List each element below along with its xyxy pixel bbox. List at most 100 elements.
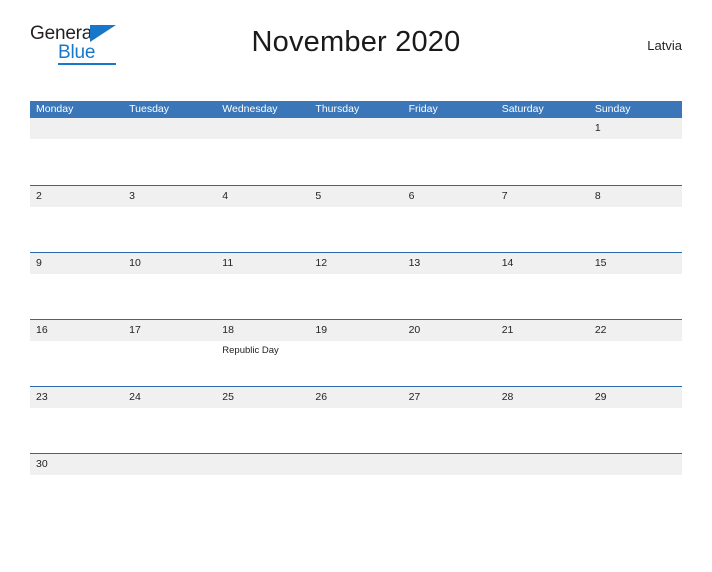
calendar-week-cells: 9 10 11 12 13 14 15 bbox=[30, 253, 682, 319]
calendar-day-number: 18 bbox=[222, 324, 234, 336]
weekday-header-sunday: Sunday bbox=[594, 103, 631, 115]
weekday-header-monday: Monday bbox=[36, 103, 74, 115]
calendar-day-number: 11 bbox=[222, 257, 234, 269]
calendar-day-number: 4 bbox=[222, 190, 229, 202]
calendar-day-cell-empty bbox=[216, 454, 310, 520]
calendar-day-number: 20 bbox=[408, 324, 421, 336]
calendar-day-cell[interactable]: 12 bbox=[309, 253, 403, 319]
calendar-day-event: Republic Day bbox=[222, 345, 279, 356]
calendar-day-cell[interactable]: 16 bbox=[30, 320, 124, 386]
region-label: Latvia bbox=[647, 38, 682, 53]
calendar-day-cell[interactable]: 8 bbox=[588, 186, 682, 252]
calendar-day-band bbox=[30, 118, 124, 139]
calendar-day-cell[interactable]: 13 bbox=[402, 253, 496, 319]
weekday-header-row: Monday Tuesday Wednesday Thursday Friday… bbox=[30, 101, 682, 118]
calendar-day-band bbox=[402, 186, 496, 207]
calendar-day-band bbox=[495, 454, 589, 475]
calendar-day-number: 26 bbox=[315, 391, 328, 403]
calendar-day-band bbox=[588, 454, 682, 475]
logo-underline bbox=[58, 63, 116, 65]
calendar-day-band bbox=[309, 454, 403, 475]
calendar-day-number: 17 bbox=[129, 324, 141, 336]
calendar-grid: Monday Tuesday Wednesday Thursday Friday… bbox=[30, 101, 682, 520]
calendar-day-cell[interactable]: 14 bbox=[495, 253, 589, 319]
calendar-day-band bbox=[30, 253, 124, 274]
calendar-day-number: 9 bbox=[36, 257, 42, 269]
calendar-day-cell[interactable]: 10 bbox=[123, 253, 217, 319]
calendar-day-band bbox=[402, 454, 496, 475]
calendar-week-row: 30 bbox=[30, 453, 682, 520]
calendar-day-cell[interactable]: 26 bbox=[309, 387, 403, 453]
calendar-day-band bbox=[216, 454, 310, 475]
calendar-day-number: 3 bbox=[129, 190, 135, 202]
calendar-day-number: 5 bbox=[315, 190, 322, 202]
calendar-day-cell[interactable]: 7 bbox=[495, 186, 589, 252]
calendar-day-cell[interactable]: 25 bbox=[216, 387, 310, 453]
calendar-day-cell[interactable]: 23 bbox=[30, 387, 124, 453]
calendar-day-cell[interactable]: 28 bbox=[495, 387, 589, 453]
calendar-day-cell-empty bbox=[30, 118, 124, 185]
calendar-week-row: 9 10 11 12 13 14 15 bbox=[30, 252, 682, 319]
calendar-day-cell-empty bbox=[495, 454, 589, 520]
calendar-day-number: 22 bbox=[594, 324, 607, 336]
page-title: November 2020 bbox=[251, 26, 461, 58]
calendar-day-band bbox=[309, 118, 403, 139]
calendar-day-cell[interactable]: 4 bbox=[216, 186, 310, 252]
calendar-day-cell-empty bbox=[123, 118, 217, 185]
calendar-day-number: 6 bbox=[408, 190, 415, 202]
calendar-day-cell-empty bbox=[402, 118, 496, 185]
calendar-day-cell[interactable]: 27 bbox=[402, 387, 496, 453]
calendar-day-band bbox=[495, 186, 589, 207]
calendar-day-cell[interactable]: 6 bbox=[402, 186, 496, 252]
calendar-day-number: 25 bbox=[222, 391, 234, 403]
calendar-week-cells: 30 bbox=[30, 454, 682, 520]
calendar-day-number: 13 bbox=[408, 257, 421, 269]
weekday-header-thursday: Thursday bbox=[315, 103, 360, 115]
calendar-day-band bbox=[123, 186, 217, 207]
calendar-day-number: 30 bbox=[36, 458, 48, 470]
calendar-day-cell-empty bbox=[588, 454, 682, 520]
calendar-day-number: 21 bbox=[501, 324, 514, 336]
calendar-day-cell-empty bbox=[123, 454, 217, 520]
calendar-day-cell[interactable]: 29 bbox=[588, 387, 682, 453]
calendar-week-cells: 2 3 4 5 6 7 8 bbox=[30, 186, 682, 252]
calendar-day-cell[interactable]: 22 bbox=[588, 320, 682, 386]
calendar-day-cell[interactable]: 18 Republic Day bbox=[216, 320, 310, 386]
calendar-day-cell-empty bbox=[309, 118, 403, 185]
calendar-day-number: 28 bbox=[501, 391, 514, 403]
calendar-day-band bbox=[402, 118, 496, 139]
calendar-week-row: 1 bbox=[30, 118, 682, 185]
calendar-day-number: 16 bbox=[36, 324, 48, 336]
calendar-day-number: 8 bbox=[594, 190, 601, 202]
calendar-day-cell[interactable]: 9 bbox=[30, 253, 124, 319]
calendar-day-band bbox=[30, 186, 124, 207]
calendar-day-cell[interactable]: 2 bbox=[30, 186, 124, 252]
weekday-header-saturday: Saturday bbox=[501, 103, 544, 115]
calendar-day-number: 29 bbox=[594, 391, 607, 403]
calendar-day-cell[interactable]: 17 bbox=[123, 320, 217, 386]
calendar-week-row: 23 24 25 26 27 28 29 bbox=[30, 386, 682, 453]
calendar-day-number: 2 bbox=[36, 190, 42, 202]
calendar-day-cell[interactable]: 1 bbox=[588, 118, 682, 185]
calendar-day-band bbox=[123, 118, 217, 139]
calendar-day-number: 15 bbox=[594, 257, 607, 269]
calendar-day-cell[interactable]: 3 bbox=[123, 186, 217, 252]
calendar-day-band bbox=[588, 118, 682, 139]
weekday-header-tuesday: Tuesday bbox=[129, 103, 170, 115]
calendar-day-number: 27 bbox=[408, 391, 421, 403]
calendar-day-cell[interactable]: 21 bbox=[495, 320, 589, 386]
calendar-day-cell[interactable]: 30 bbox=[30, 454, 124, 520]
calendar-day-cell-empty bbox=[495, 118, 589, 185]
calendar-day-cell-empty bbox=[402, 454, 496, 520]
calendar-week-cells: 1 bbox=[30, 118, 682, 185]
calendar-day-cell[interactable]: 19 bbox=[309, 320, 403, 386]
calendar-week-cells: 23 24 25 26 27 28 29 bbox=[30, 387, 682, 453]
calendar-day-cell[interactable]: 20 bbox=[402, 320, 496, 386]
calendar-day-cell[interactable]: 11 bbox=[216, 253, 310, 319]
calendar-day-band bbox=[123, 454, 217, 475]
calendar-day-cell[interactable]: 24 bbox=[123, 387, 217, 453]
calendar-day-cell[interactable]: 5 bbox=[309, 186, 403, 252]
calendar-weeks: 1 2 3 4 5 6 7 8 9 10 11 12 13 14 15 16 17 18 Republic Day 1… bbox=[30, 118, 682, 520]
calendar-day-cell[interactable]: 15 bbox=[588, 253, 682, 319]
calendar-day-band bbox=[588, 186, 682, 207]
